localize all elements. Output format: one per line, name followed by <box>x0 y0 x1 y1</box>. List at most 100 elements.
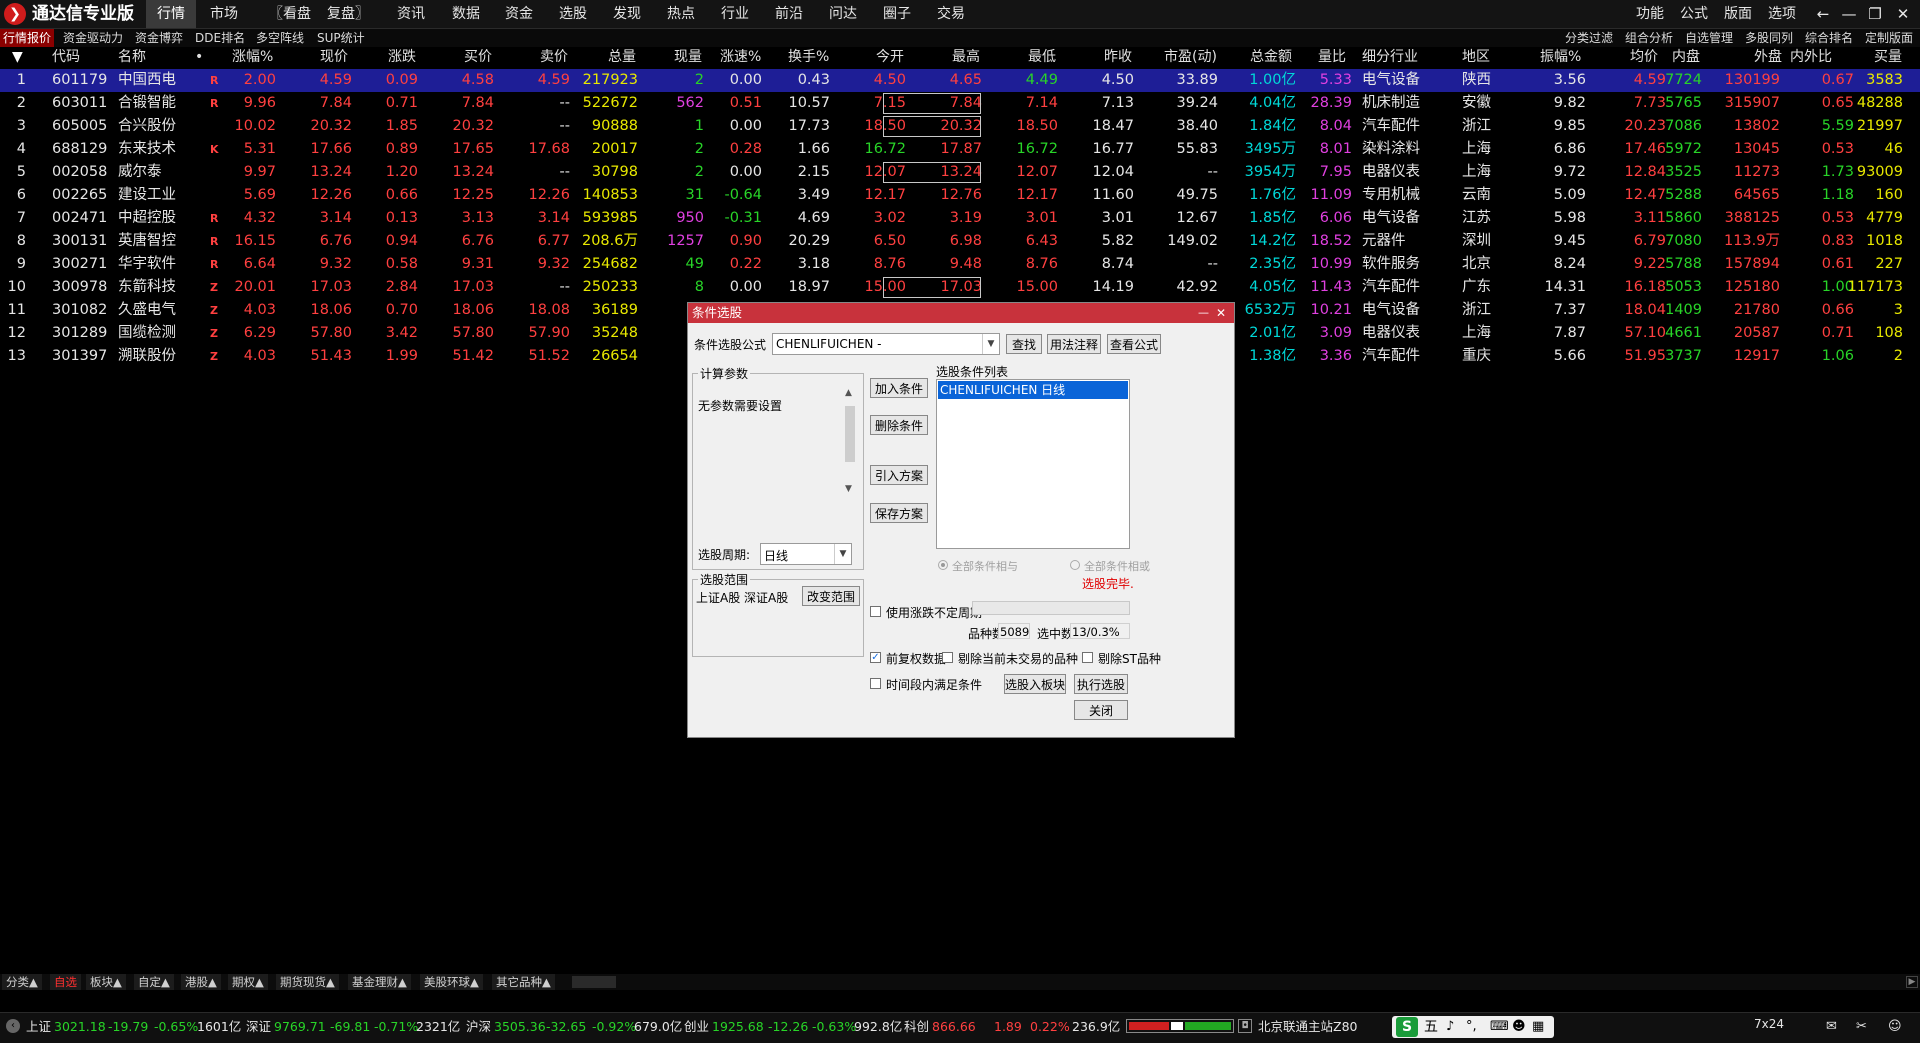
col-industry[interactable]: 细分行业 <box>1362 47 1418 67</box>
menu-stock-picking[interactable]: 选股 <box>552 0 594 28</box>
index-hs-value[interactable]: 3505.36 <box>494 1019 546 1035</box>
use-period-checkbox[interactable] <box>870 606 881 617</box>
params-scroll-thumb[interactable] <box>845 406 855 462</box>
condition-list[interactable]: CHENLIFUICHEN 日线 <box>936 379 1130 549</box>
col-io-ratio[interactable]: 内外比 <box>1790 47 1832 67</box>
col-pe[interactable]: 市盈(动) <box>1164 47 1217 67</box>
col-speed[interactable]: 涨速% <box>720 47 761 67</box>
user-icon[interactable]: ☺ <box>1888 1019 1902 1035</box>
col-volume[interactable]: 总量 <box>608 47 636 67</box>
menu-discover[interactable]: 发现 <box>606 0 648 28</box>
tab-quote-list[interactable]: 行情报价 <box>0 29 55 47</box>
back-icon[interactable]: ← <box>1810 0 1836 28</box>
dialog-close-icon[interactable]: ✕ <box>1216 303 1230 323</box>
menu-quotes[interactable]: 行情 <box>146 0 196 28</box>
table-row[interactable]: 5 002058 威尔泰 9.97 13.24 1.20 13.24 -- 30798 2 0.00… <box>0 161 1920 184</box>
news-7x24[interactable]: 7x24 <box>1754 1016 1784 1032</box>
tab-category[interactable]: 分类▲ <box>2 974 42 990</box>
params-scrollbar[interactable]: ▲ ▼ <box>842 388 858 498</box>
col-amount[interactable]: 总金额 <box>1250 47 1292 67</box>
usage-notes-button[interactable]: 用法注释 <box>1047 334 1101 354</box>
period-select[interactable]: 日线 ▼ <box>760 543 852 565</box>
col-current-vol[interactable]: 现量 <box>674 47 702 67</box>
col-change-pct[interactable]: 涨幅% <box>232 47 273 67</box>
scroll-up-icon[interactable]: ▲ <box>845 388 852 398</box>
col-volume-ratio[interactable]: 量比 <box>1318 47 1346 67</box>
tab-us-global[interactable]: 美股环球▲ <box>420 974 483 990</box>
tab-fund-drive[interactable]: 资金驱动力 <box>60 29 126 47</box>
col-open[interactable]: 今开 <box>876 47 904 67</box>
message-icon[interactable]: ✉ <box>1826 1019 1837 1035</box>
tab-sector[interactable]: 板块▲ <box>86 974 126 990</box>
tab-combo-analysis[interactable]: 组合分析 <box>1622 29 1676 47</box>
dialog-titlebar[interactable]: 条件选股 — ✕ <box>688 303 1234 323</box>
find-button[interactable]: 查找 <box>1006 334 1042 354</box>
tab-funds[interactable]: 基金理财▲ <box>348 974 411 990</box>
tab-fund-game[interactable]: 资金博弈 <box>132 29 186 47</box>
col-code[interactable]: 代码 <box>52 47 80 67</box>
col-turnover[interactable]: 换手% <box>788 47 829 67</box>
delete-condition-button[interactable]: 删除条件 <box>870 415 928 435</box>
ime-menu-icon[interactable]: ▦ <box>1532 1018 1544 1036</box>
menu-hotspot[interactable]: 热点 <box>660 0 702 28</box>
import-scheme-button[interactable]: 引入方案 <box>870 465 928 485</box>
add-to-block-button[interactable]: 选股入板块 <box>1004 674 1066 694</box>
tab-category-filter[interactable]: 分类过滤 <box>1562 29 1616 47</box>
exclude-untraded-checkbox[interactable] <box>942 652 953 663</box>
execute-button[interactable]: 执行选股 <box>1074 674 1128 694</box>
tab-sup-stats[interactable]: SUP统计 <box>314 29 368 47</box>
menu-function[interactable]: 功能 <box>1636 0 1664 28</box>
view-formula-button[interactable]: 查看公式 <box>1107 334 1161 354</box>
tab-custom[interactable]: 自定▲ <box>134 974 174 990</box>
col-bid-qty[interactable]: 买量 <box>1874 47 1902 67</box>
menu-formula[interactable]: 公式 <box>1680 0 1708 28</box>
col-ask[interactable]: 卖价 <box>540 47 568 67</box>
ime-dot-icon[interactable]: °, <box>1466 1018 1477 1036</box>
table-row[interactable]: 7 002471 中超控股 R 4.32 3.14 0.13 3.13 3.14 593985 95… <box>0 207 1920 230</box>
col-outer[interactable]: 外盘 <box>1754 47 1782 67</box>
horizontal-scrollbar[interactable] <box>572 976 616 988</box>
index-sh-value[interactable]: 3021.18 <box>54 1019 106 1035</box>
menu-layout[interactable]: 版面 <box>1724 0 1752 28</box>
menu-options[interactable]: 选项 <box>1768 0 1796 28</box>
menu-watch[interactable]: 〖看盘 <box>265 0 315 28</box>
close-icon[interactable]: ✕ <box>1890 0 1916 28</box>
forward-adjust-checkbox[interactable]: ✓ <box>870 652 881 663</box>
col-bid[interactable]: 买价 <box>464 47 492 67</box>
col-price[interactable]: 现价 <box>320 47 348 67</box>
ime-keyboard-icon[interactable]: ⌨ <box>1490 1018 1509 1036</box>
col-amplitude[interactable]: 振幅% <box>1540 47 1581 67</box>
col-low[interactable]: 最低 <box>1028 47 1056 67</box>
formula-select[interactable]: CHENLIFUICHEN - ▼ <box>772 333 1000 355</box>
ime-mode[interactable]: 五 <box>1424 1018 1438 1036</box>
change-range-button[interactable]: 改变范围 <box>802 586 860 606</box>
index-kc-value[interactable]: 866.66 <box>932 1019 976 1035</box>
tab-dde-rank[interactable]: DDE排名 <box>192 29 248 47</box>
menu-replay[interactable]: 复盘〗 <box>323 0 373 28</box>
scroll-down-icon[interactable]: ▼ <box>845 484 852 494</box>
col-change[interactable]: 涨跌 <box>388 47 416 67</box>
interval-checkbox[interactable] <box>870 678 881 689</box>
save-scheme-button[interactable]: 保存方案 <box>870 503 928 523</box>
menu-news[interactable]: 资讯 <box>390 0 432 28</box>
index-sz-value[interactable]: 9769.71 <box>274 1019 326 1035</box>
table-row[interactable]: 10 300978 东箭科技 Z 20.01 17.03 2.84 17.03 -- 250233… <box>0 276 1920 299</box>
ime-punct-icon[interactable]: ♪ <box>1446 1018 1454 1036</box>
add-condition-button[interactable]: 加入条件 <box>870 378 928 398</box>
menu-industry[interactable]: 行业 <box>714 0 756 28</box>
ime-logo-icon[interactable]: S <box>1396 1017 1418 1037</box>
menu-circle[interactable]: 圈子 <box>876 0 918 28</box>
menu-funds[interactable]: 资金 <box>498 0 540 28</box>
table-row[interactable]: 2 603011 合锻智能 R 9.96 7.84 0.71 7.84 -- 522672 562 0… <box>0 92 1920 115</box>
tools-icon[interactable]: ✂ <box>1856 1019 1867 1035</box>
col-inner[interactable]: 内盘 <box>1672 47 1700 67</box>
tab-overall-rank[interactable]: 综合排名 <box>1802 29 1856 47</box>
dialog-minimize-icon[interactable]: — <box>1198 303 1212 323</box>
table-row[interactable]: 1 601179 中国西电 R 2.00 4.59 0.09 4.58 4.59 217923 2 0… <box>0 69 1920 92</box>
menu-ask[interactable]: 问达 <box>822 0 864 28</box>
col-region[interactable]: 地区 <box>1462 47 1490 67</box>
col-prev-close[interactable]: 昨收 <box>1104 47 1132 67</box>
table-row[interactable]: 8 300131 英唐智控 R 16.15 6.76 0.94 6.76 6.77 208.6万 1… <box>0 230 1920 253</box>
close-button[interactable]: 关闭 <box>1074 700 1128 720</box>
tab-long-short[interactable]: 多空阵线 <box>253 29 307 47</box>
